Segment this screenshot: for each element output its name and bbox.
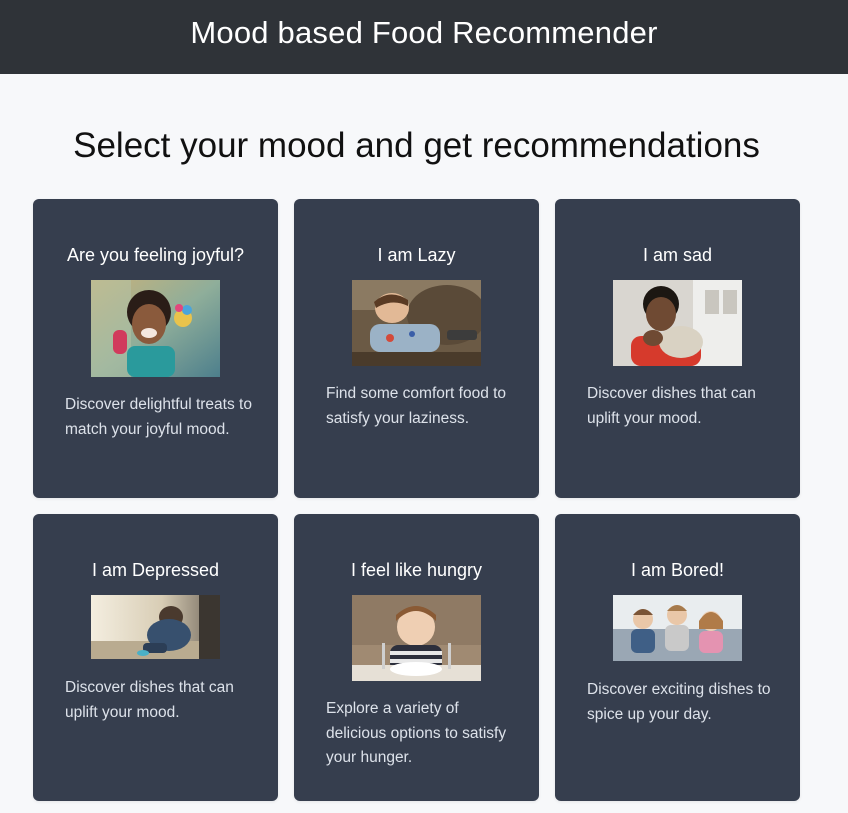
mood-card-description: Discover dishes that can uplift your moo… xyxy=(587,385,756,427)
mood-card-description: Discover exciting dishes to spice up you… xyxy=(587,681,771,723)
mood-card-joyful[interactable]: Are you feeling joyful? Discover delight… xyxy=(33,199,278,498)
mood-card-description: Discover dishes that can uplift your moo… xyxy=(65,679,234,721)
mood-card-title: I am Depressed xyxy=(91,560,220,580)
mood-card-depressed[interactable]: I am Depressed Discover dishes that can … xyxy=(33,514,278,801)
mood-card-description: Explore a variety of delicious options t… xyxy=(326,700,507,766)
mood-card-title: I feel like hungry xyxy=(350,560,483,580)
page-heading: Select your mood and get recommendations xyxy=(73,126,760,165)
mood-card-title: I am Lazy xyxy=(377,245,456,265)
mood-card-lazy[interactable]: I am Lazy Find some comfort food to sati… xyxy=(294,199,539,498)
mood-card-bored[interactable]: I am Bored! Discover exciting dishes to … xyxy=(555,514,800,801)
mood-card-description: Find some comfort food to satisfy your l… xyxy=(326,385,507,427)
sad-child-photo xyxy=(613,280,742,366)
lazy-child-on-couch-photo xyxy=(352,280,481,366)
mood-card-title: I am Bored! xyxy=(630,560,725,580)
mood-card-description: Discover delightful treats to match your… xyxy=(65,396,252,438)
mood-card-sad[interactable]: I am sad Discover dishes that can uplift… xyxy=(555,199,800,498)
mood-card-title: Are you feeling joyful? xyxy=(66,245,245,265)
depressed-child-photo xyxy=(91,595,220,659)
app-header: Mood based Food Recommender xyxy=(0,0,848,74)
app-title: Mood based Food Recommender xyxy=(190,15,658,50)
mood-card-title: I am sad xyxy=(642,245,713,265)
joyful-child-photo xyxy=(91,280,220,377)
hungry-child-with-plate-photo xyxy=(352,595,481,681)
mood-card-hungry[interactable]: I feel like hungry Explore a variety of … xyxy=(294,514,539,801)
bored-children-on-couch-photo xyxy=(613,595,742,661)
